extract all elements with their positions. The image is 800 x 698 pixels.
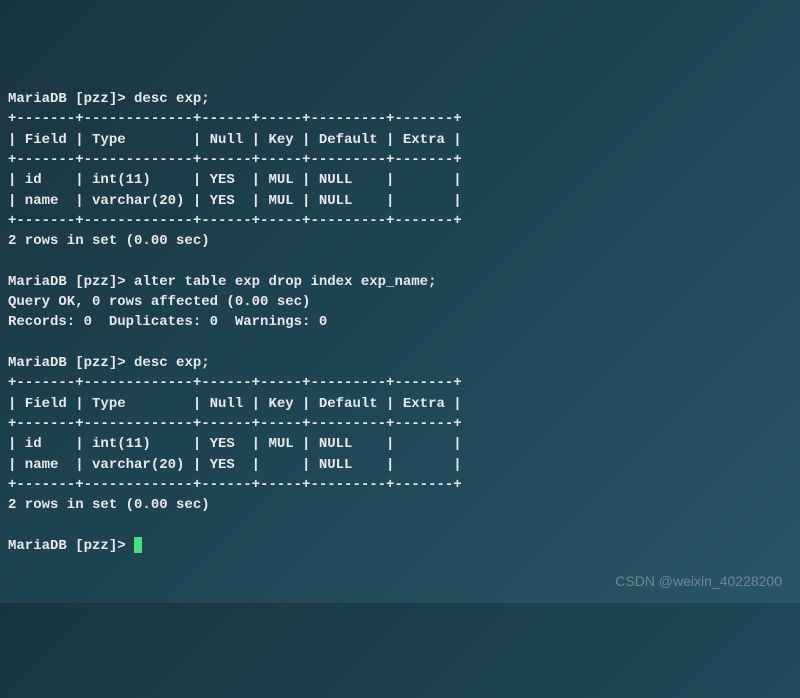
command-2: alter table exp drop index exp_name;	[134, 274, 436, 290]
table1-row-name: | name | varchar(20) | YES | MUL | NULL …	[8, 193, 462, 209]
table1-row-id: | id | int(11) | YES | MUL | NULL | |	[8, 172, 462, 188]
result-2a: Query OK, 0 rows affected (0.00 sec)	[8, 294, 310, 310]
watermark-text: CSDN @weixin_40228200	[615, 571, 782, 591]
result-3: 2 rows in set (0.00 sec)	[8, 497, 210, 513]
command-1: desc exp;	[134, 91, 210, 107]
result-1: 2 rows in set (0.00 sec)	[8, 233, 210, 249]
table2-row-name: | name | varchar(20) | YES | | NULL | |	[8, 457, 462, 473]
table2-border-mid: +-------+-------------+------+-----+----…	[8, 416, 462, 432]
cursor-icon	[134, 537, 142, 553]
table2-border-bot: +-------+-------------+------+-----+----…	[8, 477, 462, 493]
terminal-output[interactable]: MariaDB [pzz]> desc exp; +-------+------…	[8, 89, 792, 556]
command-3: desc exp;	[134, 355, 210, 371]
result-2b: Records: 0 Duplicates: 0 Warnings: 0	[8, 314, 327, 330]
table2-header: | Field | Type | Null | Key | Default | …	[8, 396, 462, 412]
table1-border-bot: +-------+-------------+------+-----+----…	[8, 213, 462, 229]
table2-row-id: | id | int(11) | YES | MUL | NULL | |	[8, 436, 462, 452]
prompt: MariaDB [pzz]>	[8, 91, 134, 107]
prompt: MariaDB [pzz]>	[8, 274, 134, 290]
table2-border-top: +-------+-------------+------+-----+----…	[8, 375, 462, 391]
table1-border-top: +-------+-------------+------+-----+----…	[8, 111, 462, 127]
prompt: MariaDB [pzz]>	[8, 355, 134, 371]
table1-header: | Field | Type | Null | Key | Default | …	[8, 132, 462, 148]
table1-border-mid: +-------+-------------+------+-----+----…	[8, 152, 462, 168]
prompt: MariaDB [pzz]>	[8, 538, 134, 554]
